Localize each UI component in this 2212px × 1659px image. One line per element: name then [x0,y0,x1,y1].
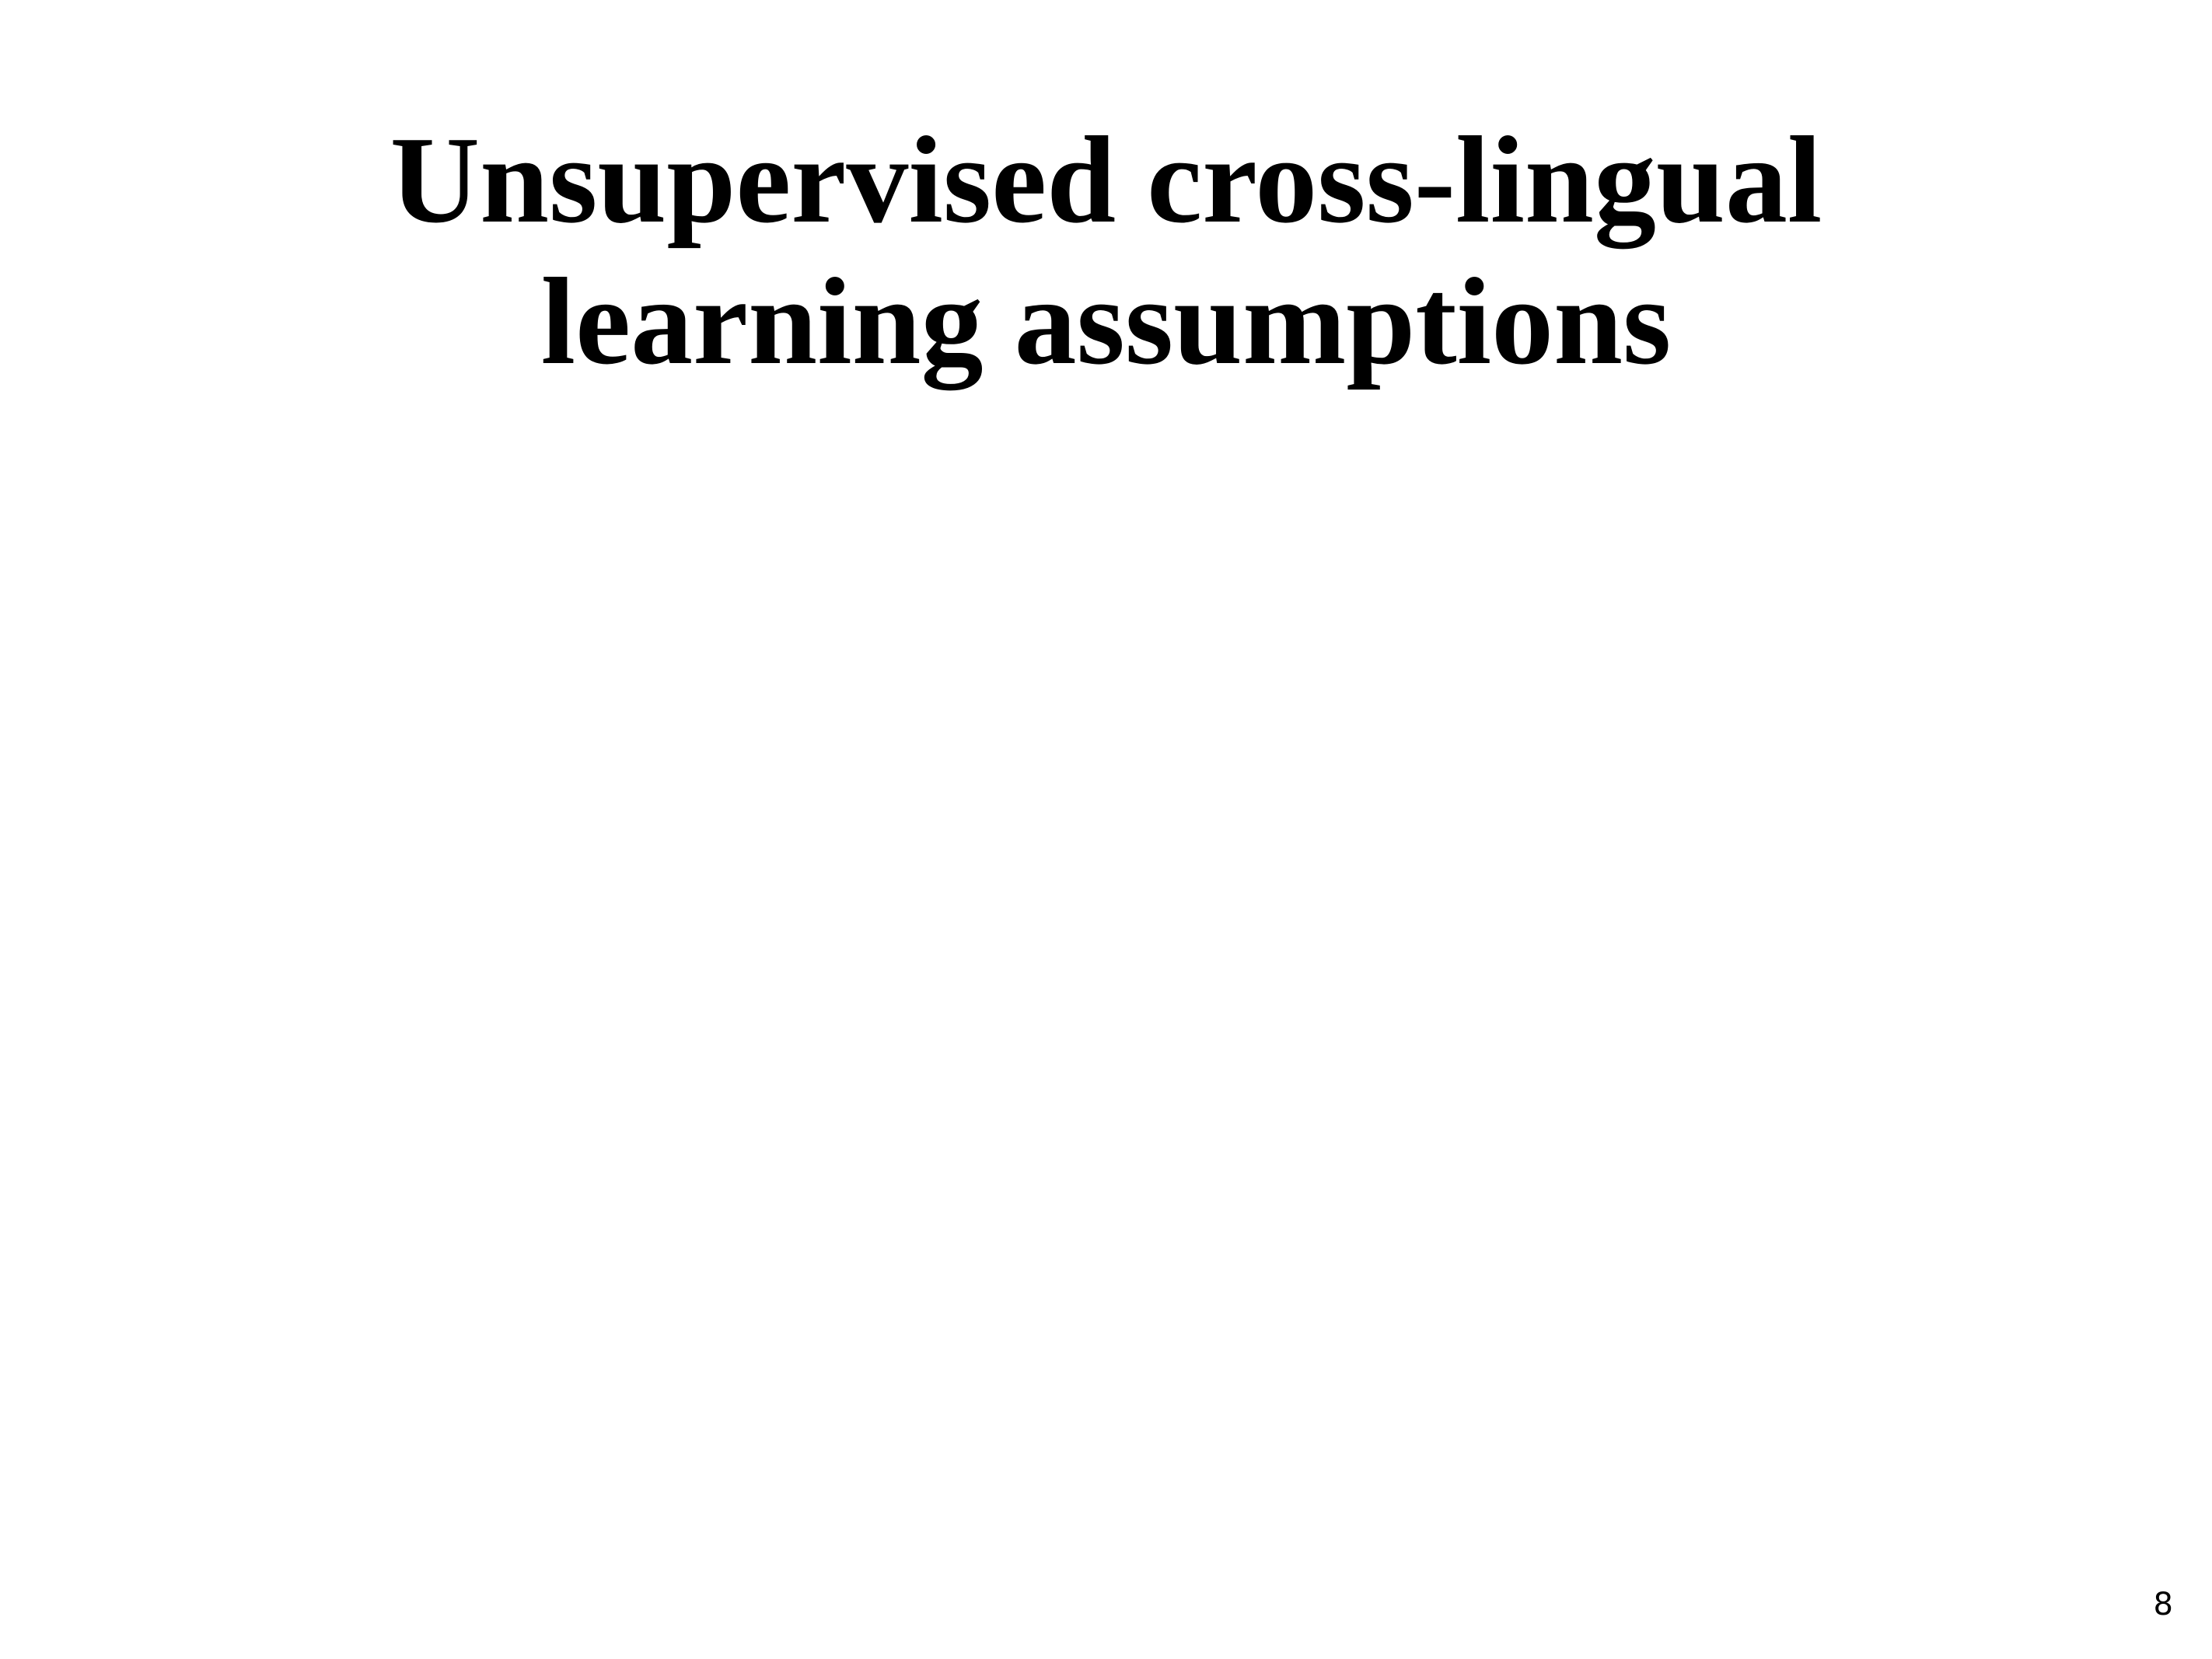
page-number: 8 [2153,1587,2173,1622]
slide-title: Unsupervised cross-lingual learning assu… [0,109,2212,392]
slide: Unsupervised cross-lingual learning assu… [0,0,2212,1659]
slide-title-line-2: learning assumptions [540,252,1672,390]
slide-title-line-1: Unsupervised cross-lingual [390,110,1822,249]
